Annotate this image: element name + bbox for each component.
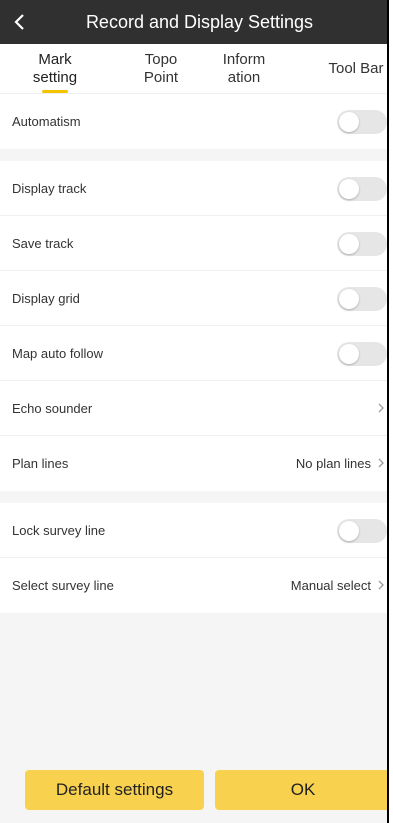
tab-label-line1: Mark — [38, 51, 72, 68]
lock-survey-line-toggle[interactable] — [337, 519, 387, 543]
setting-label: Display grid — [12, 290, 80, 306]
tab-label-line2: ation — [227, 69, 261, 86]
setting-row-lock-survey-line: Lock survey line — [0, 503, 387, 558]
tab-topo-point[interactable]: Topo Point — [133, 44, 189, 94]
active-tab-indicator — [42, 90, 68, 93]
settings-list: Automatism Display track Save track Disp… — [0, 94, 387, 613]
default-settings-button[interactable]: Default settings — [25, 770, 204, 810]
toggle-knob — [339, 112, 359, 132]
screen: Record and Display Settings Mark setting… — [0, 0, 393, 823]
section-divider — [0, 149, 387, 161]
map-auto-follow-toggle[interactable] — [337, 342, 387, 366]
setting-row-save-track: Save track — [0, 216, 387, 271]
setting-label: Plan lines — [12, 456, 69, 471]
setting-row-display-grid: Display grid — [0, 271, 387, 326]
toggle-knob — [339, 289, 359, 309]
tab-label-line1: Tool Bar — [328, 60, 384, 77]
page-title: Record and Display Settings — [85, 12, 314, 32]
plan-lines-value: No plan lines — [295, 456, 371, 471]
chevron-right-icon — [378, 458, 384, 468]
setting-label: Map auto follow — [12, 345, 104, 361]
tab-label-line2: setting — [32, 69, 78, 86]
settings-group-survey: Lock survey line Select survey line Manu… — [0, 503, 387, 613]
toggle-knob — [339, 344, 359, 364]
tab-information[interactable]: Inform ation — [214, 44, 274, 94]
setting-row-map-auto-follow: Map auto follow — [0, 326, 387, 381]
automatism-toggle[interactable] — [337, 110, 387, 134]
setting-row-automatism: Automatism — [0, 94, 387, 149]
chevron-right-icon — [378, 403, 384, 413]
select-survey-line-value: Manual select — [290, 578, 371, 593]
ok-button[interactable]: OK — [215, 770, 387, 810]
app-bar: Record and Display Settings — [0, 0, 387, 44]
setting-label: Automatism — [12, 114, 81, 129]
toggle-knob — [339, 234, 359, 254]
setting-row-select-survey-line[interactable]: Select survey line Manual select — [0, 558, 387, 613]
toggle-knob — [339, 179, 359, 199]
settings-group-display: Display track Save track Display grid Ma… — [0, 161, 387, 491]
display-grid-toggle[interactable] — [337, 287, 387, 311]
app-window: Record and Display Settings Mark setting… — [0, 0, 389, 823]
setting-label: Select survey line — [12, 578, 114, 593]
tab-tool-bar[interactable]: Tool Bar — [322, 44, 387, 94]
toggle-knob — [339, 521, 359, 541]
setting-row-display-track: Display track — [0, 161, 387, 216]
settings-group-auto: Automatism — [0, 94, 387, 149]
display-track-toggle[interactable] — [337, 177, 387, 201]
tab-mark-setting[interactable]: Mark setting — [22, 44, 88, 94]
setting-label: Echo sounder — [12, 400, 93, 416]
tab-label-line1: Inform — [222, 51, 266, 68]
section-divider — [0, 491, 387, 503]
setting-row-echo-sounder[interactable]: Echo sounder — [0, 381, 387, 436]
setting-row-plan-lines[interactable]: Plan lines No plan lines — [0, 436, 387, 491]
tab-label-line1: Topo — [144, 51, 178, 68]
tab-bar: Mark setting Topo Point Inform ation Too… — [0, 44, 387, 94]
setting-label: Display track — [12, 180, 87, 196]
tab-label-line2: Point — [143, 69, 179, 86]
setting-label: Save track — [12, 235, 74, 251]
setting-label: Lock survey line — [12, 522, 106, 538]
footer-bar: Default settings OK — [0, 760, 387, 823]
chevron-right-icon — [378, 580, 384, 590]
save-track-toggle[interactable] — [337, 232, 387, 256]
